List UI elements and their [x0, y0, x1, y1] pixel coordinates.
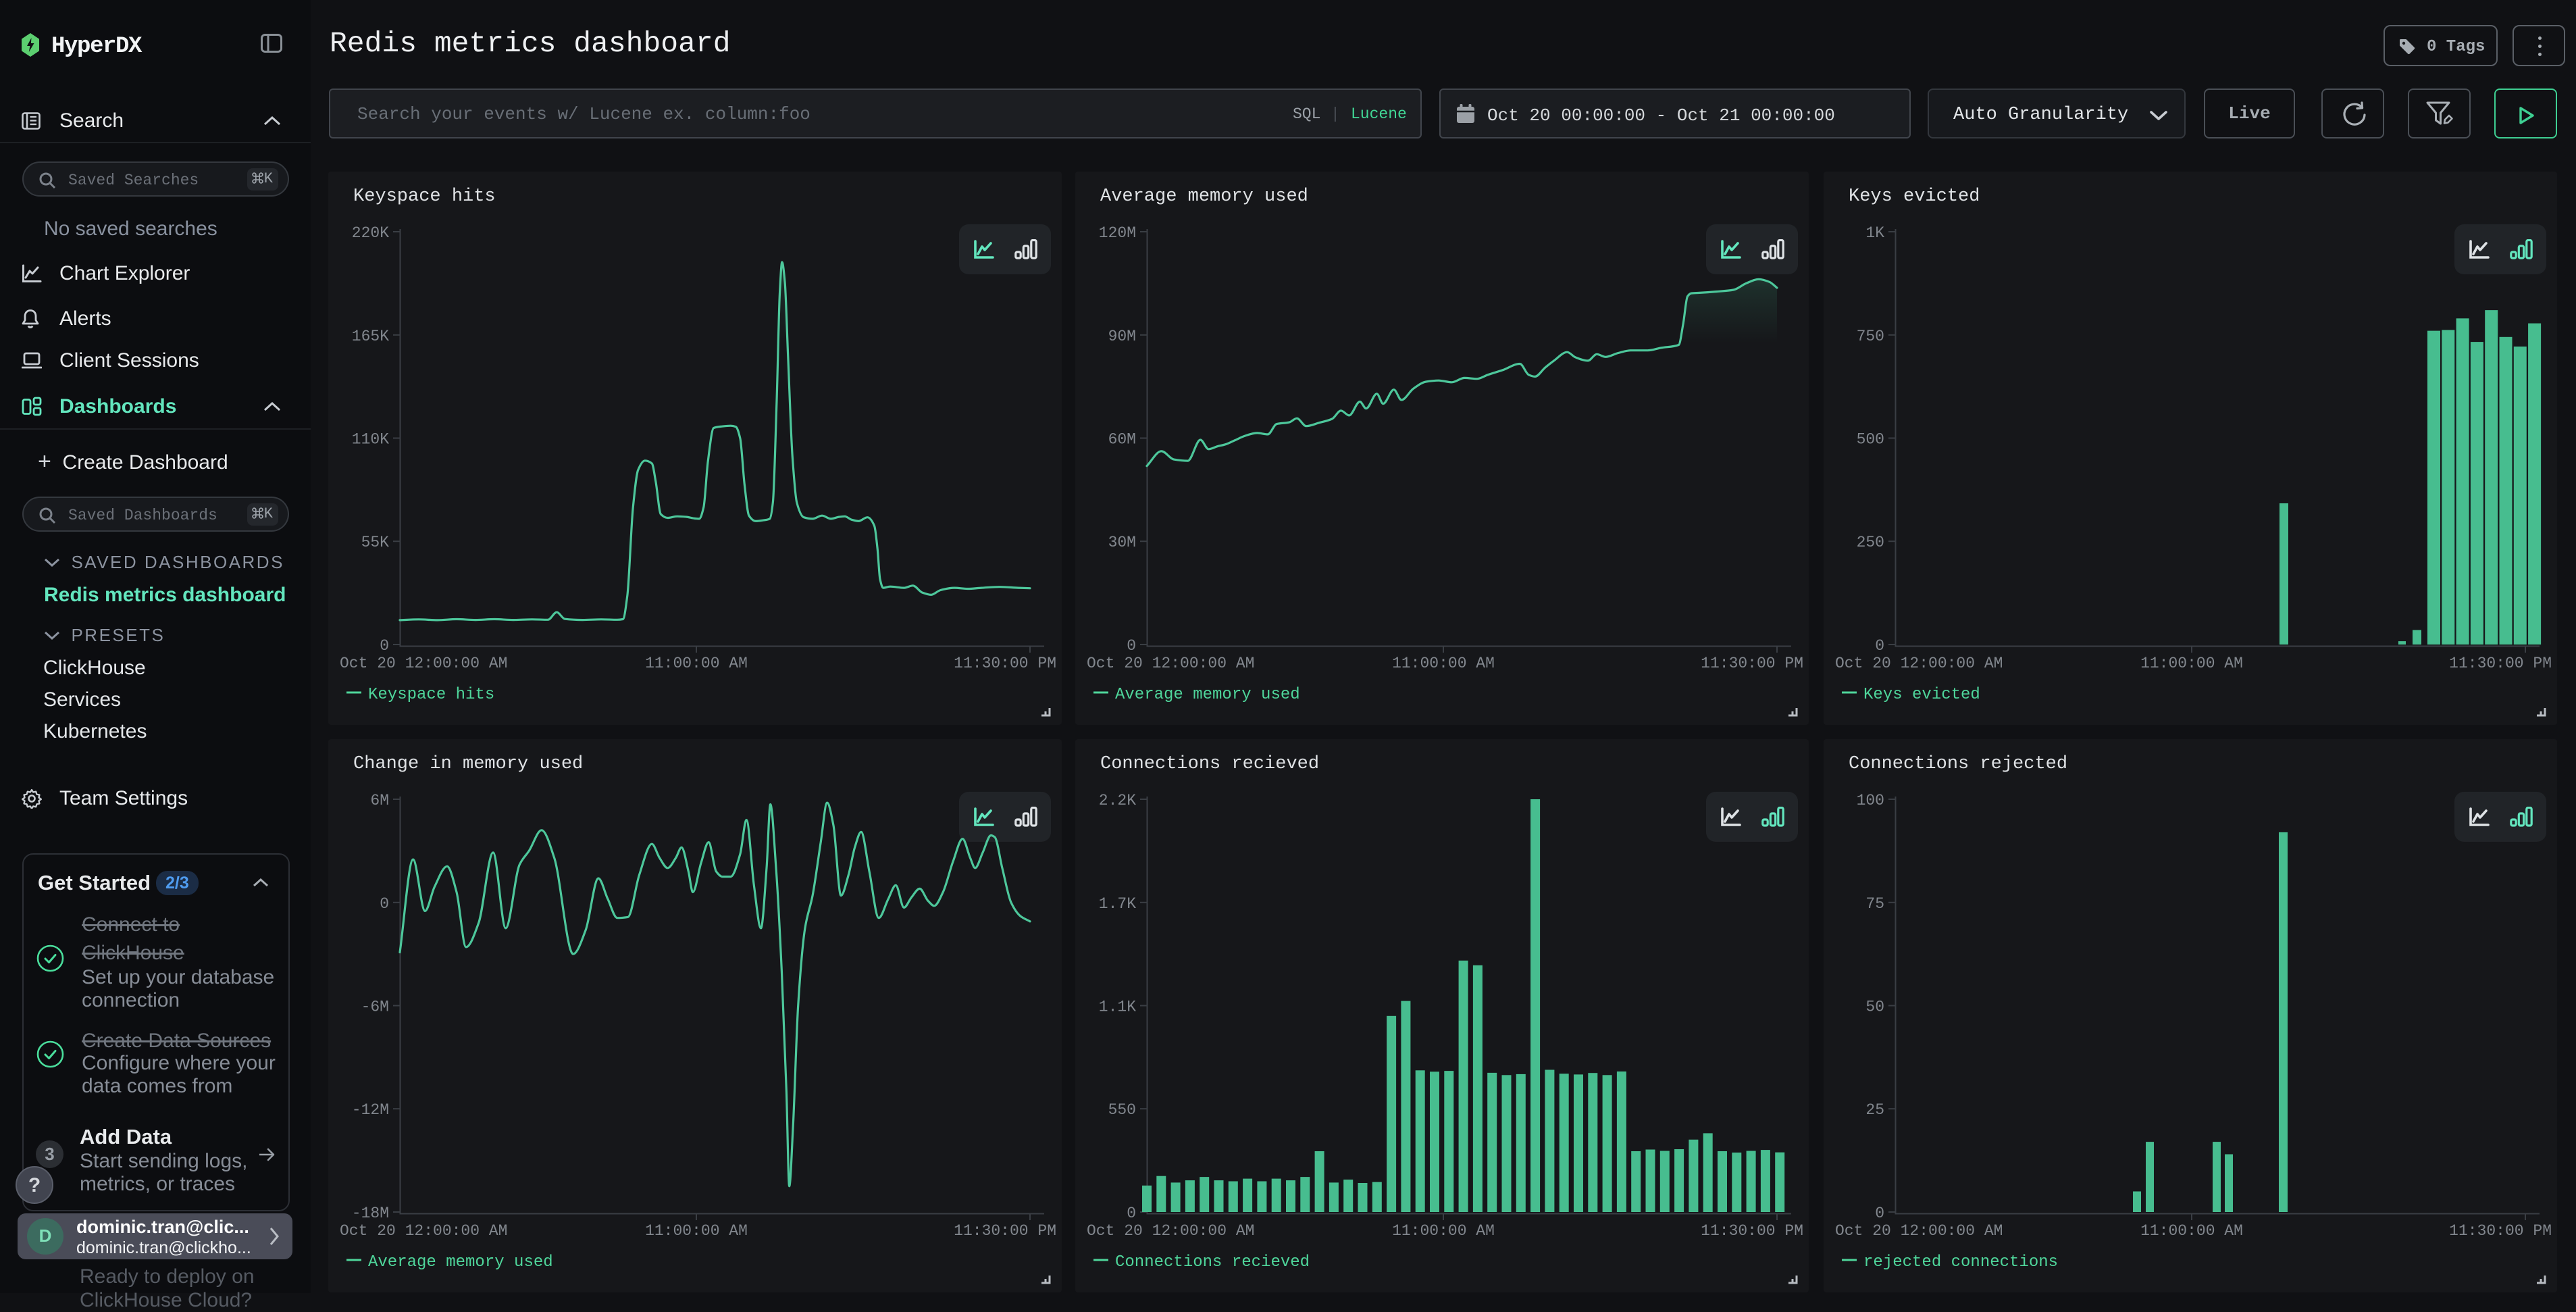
svg-text:11:30:00 PM: 11:30:00 PM [2449, 655, 2552, 672]
svg-text:-18M: -18M [352, 1205, 389, 1222]
svg-text:750: 750 [1857, 328, 1884, 345]
svg-text:0: 0 [380, 637, 389, 655]
svg-text:75: 75 [1865, 895, 1884, 913]
svg-text:11:00:00 AM: 11:00:00 AM [2140, 1222, 2243, 1240]
svg-text:Oct 20 12:00:00 AM: Oct 20 12:00:00 AM [1835, 655, 2003, 672]
svg-text:Average memory used: Average memory used [1115, 686, 1300, 704]
svg-text:0: 0 [1127, 1205, 1136, 1222]
svg-text:Oct 20 12:00:00 AM: Oct 20 12:00:00 AM [1087, 655, 1254, 672]
svg-text:0: 0 [1127, 637, 1136, 655]
svg-text:100: 100 [1857, 792, 1884, 809]
svg-text:25: 25 [1865, 1101, 1884, 1119]
svg-text:50: 50 [1865, 999, 1884, 1016]
svg-text:0: 0 [380, 895, 389, 913]
svg-text:Average memory used: Average memory used [368, 1253, 553, 1271]
svg-text:250: 250 [1857, 534, 1884, 551]
svg-text:120M: 120M [1099, 224, 1136, 242]
svg-text:Keyspace hits: Keyspace hits [368, 686, 494, 704]
svg-text:55K: 55K [361, 534, 390, 551]
svg-text:2.2K: 2.2K [1099, 792, 1136, 809]
svg-text:11:00:00 AM: 11:00:00 AM [645, 655, 748, 672]
svg-text:60M: 60M [1108, 431, 1136, 449]
svg-text:11:30:00 PM: 11:30:00 PM [954, 1222, 1056, 1240]
svg-text:11:00:00 AM: 11:00:00 AM [1392, 1222, 1495, 1240]
svg-text:165K: 165K [352, 328, 389, 345]
svg-text:0: 0 [1875, 637, 1884, 655]
svg-text:1K: 1K [1865, 224, 1884, 242]
svg-text:1.1K: 1.1K [1099, 999, 1136, 1016]
svg-text:11:30:00 PM: 11:30:00 PM [1701, 655, 1803, 672]
svg-text:Oct 20 12:00:00 AM: Oct 20 12:00:00 AM [1087, 1222, 1254, 1240]
svg-text:550: 550 [1108, 1101, 1136, 1119]
svg-text:Oct 20 12:00:00 AM: Oct 20 12:00:00 AM [340, 1222, 507, 1240]
svg-text:Oct 20 12:00:00 AM: Oct 20 12:00:00 AM [340, 655, 507, 672]
svg-text:11:30:00 PM: 11:30:00 PM [1701, 1222, 1803, 1240]
svg-text:11:30:00 PM: 11:30:00 PM [954, 655, 1056, 672]
svg-text:rejected connections: rejected connections [1863, 1253, 2058, 1271]
svg-text:11:00:00 AM: 11:00:00 AM [2140, 655, 2243, 672]
svg-text:110K: 110K [352, 431, 389, 449]
svg-text:30M: 30M [1108, 534, 1136, 551]
svg-text:1.7K: 1.7K [1099, 895, 1136, 913]
svg-text:11:30:00 PM: 11:30:00 PM [2449, 1222, 2552, 1240]
svg-text:Connections recieved: Connections recieved [1115, 1253, 1310, 1271]
svg-text:500: 500 [1857, 431, 1884, 449]
svg-text:0: 0 [1875, 1205, 1884, 1222]
svg-text:6M: 6M [370, 792, 389, 809]
svg-text:Keys evicted: Keys evicted [1863, 686, 1980, 704]
svg-text:-6M: -6M [361, 999, 389, 1016]
svg-text:11:00:00 AM: 11:00:00 AM [645, 1222, 748, 1240]
svg-text:-12M: -12M [352, 1101, 389, 1119]
svg-text:220K: 220K [352, 224, 389, 242]
svg-text:90M: 90M [1108, 328, 1136, 345]
svg-text:Oct 20 12:00:00 AM: Oct 20 12:00:00 AM [1835, 1222, 2003, 1240]
svg-text:11:00:00 AM: 11:00:00 AM [1392, 655, 1495, 672]
